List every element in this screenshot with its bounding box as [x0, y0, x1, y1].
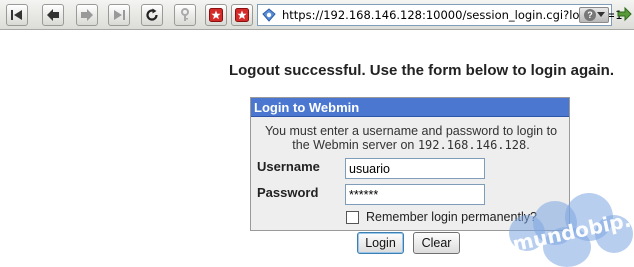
forward-button[interactable] — [76, 4, 98, 26]
login-header: Login to Webmin — [251, 98, 569, 117]
last-page-icon — [114, 10, 125, 20]
url-bar[interactable]: https://192.168.146.128:10000/session_lo… — [257, 4, 623, 26]
server-host-suffix: . — [526, 138, 530, 152]
key-icon — [181, 8, 189, 21]
login-description-line1: You must enter a username and password t… — [264, 124, 558, 138]
remember-login-checkbox[interactable] — [346, 211, 359, 224]
chevron-down-icon — [597, 12, 605, 17]
bookmark-button-2[interactable] — [231, 4, 253, 26]
logout-message: Logout successful. Use the form below to… — [228, 62, 614, 79]
password-input[interactable] — [345, 184, 485, 205]
help-dropdown[interactable]: ? — [579, 7, 609, 23]
first-page-icon — [11, 10, 22, 20]
password-label: Password — [257, 185, 319, 200]
site-identity-icon[interactable] — [261, 7, 277, 23]
forward-arrow-icon — [81, 9, 93, 21]
clear-button[interactable]: Clear — [413, 232, 460, 254]
go-icon[interactable] — [616, 6, 632, 22]
back-arrow-icon — [47, 9, 59, 21]
reload-button[interactable] — [141, 4, 163, 26]
bookmark-red-icon — [235, 8, 249, 22]
reload-icon — [146, 8, 158, 21]
help-icon: ? — [584, 9, 596, 21]
bookmark-button-1[interactable] — [205, 4, 227, 26]
username-input[interactable] — [345, 158, 485, 179]
login-button[interactable]: Login — [357, 232, 404, 254]
bookmark-red-icon — [209, 8, 223, 22]
first-page-button[interactable] — [6, 4, 28, 26]
last-page-button[interactable] — [108, 4, 130, 26]
username-label: Username — [257, 159, 320, 174]
login-description-line2: the Webmin server on — [292, 138, 415, 152]
browser-toolbar: https://192.168.146.128:10000/session_lo… — [0, 0, 634, 30]
login-description: You must enter a username and password t… — [255, 124, 567, 152]
watermark-logo: mundobip.com — [507, 185, 634, 267]
back-button[interactable] — [42, 4, 64, 26]
server-host: 192.168.146.128 — [417, 138, 527, 152]
url-text[interactable]: https://192.168.146.128:10000/session_lo… — [282, 8, 623, 22]
key-button[interactable] — [174, 4, 196, 26]
